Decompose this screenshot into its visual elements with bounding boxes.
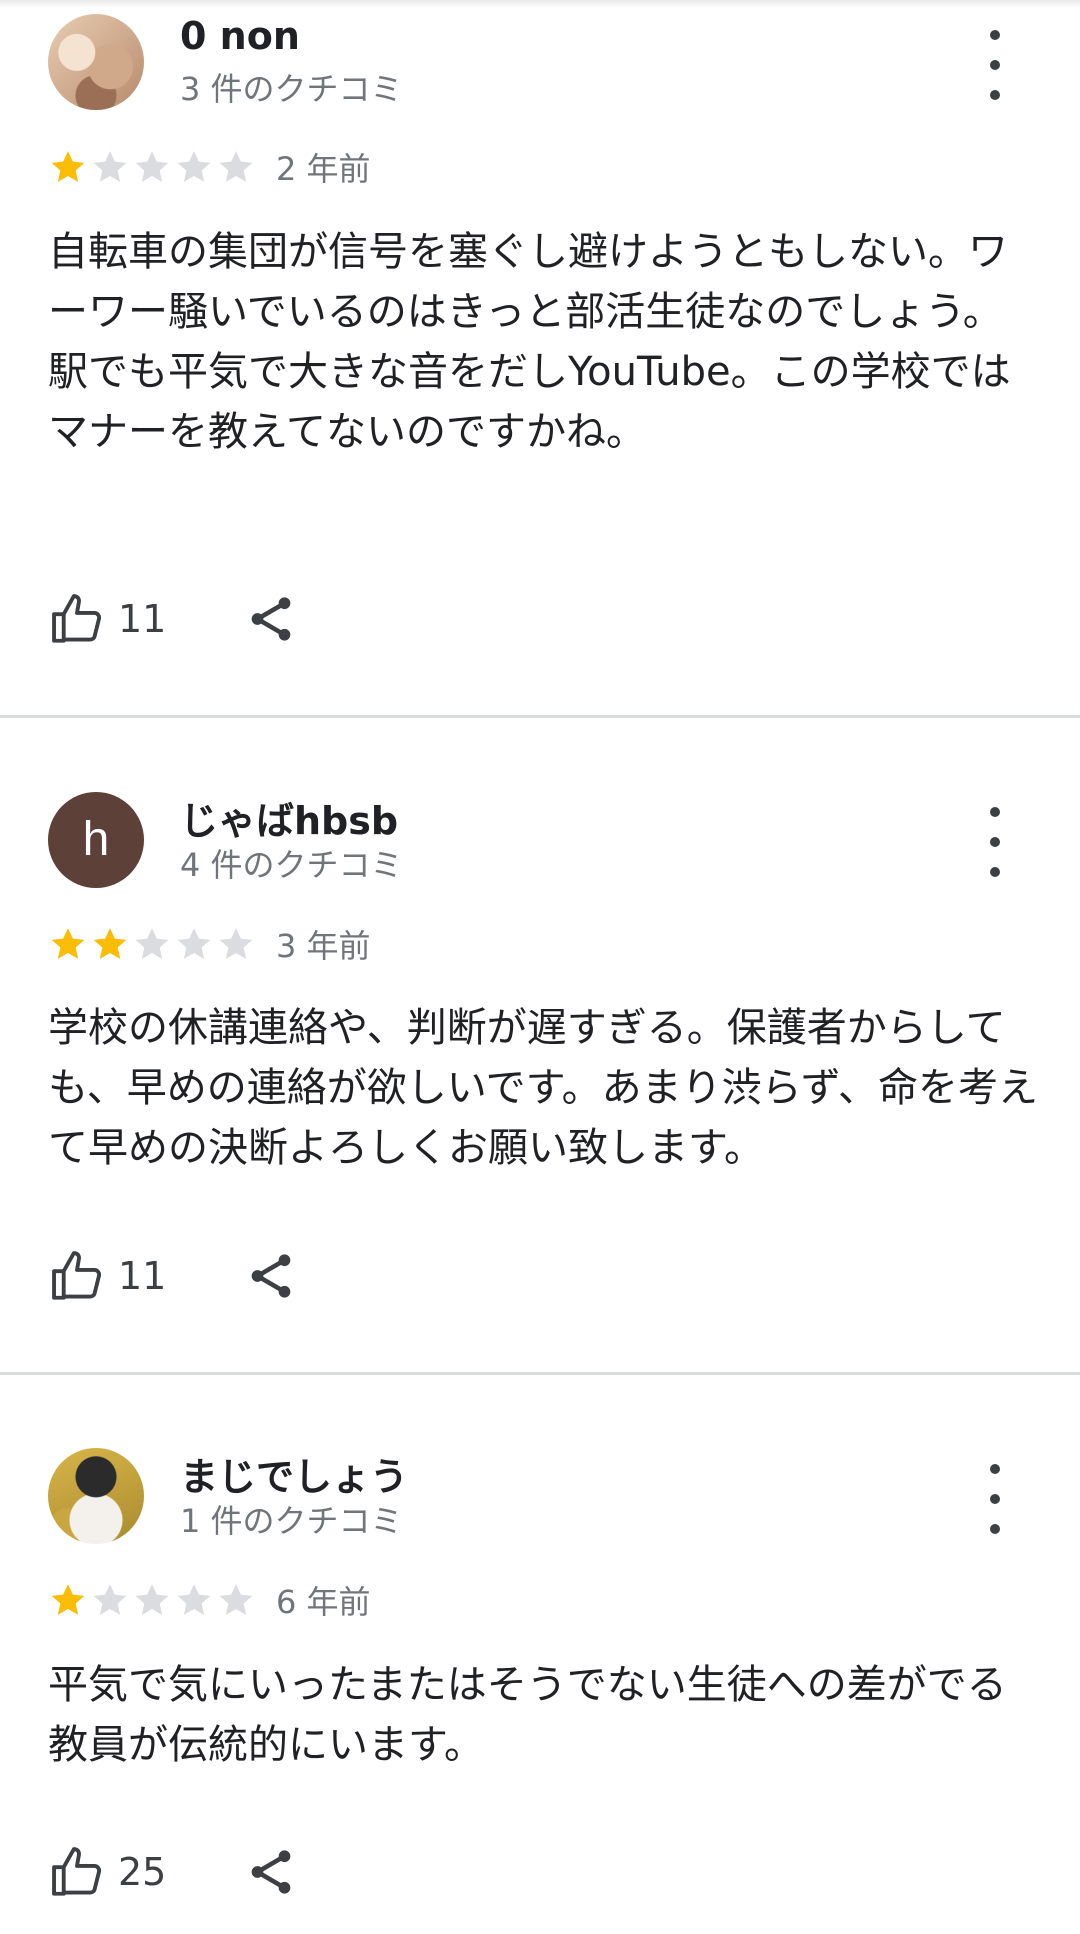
star-empty-icon — [93, 1584, 127, 1615]
like-count: 25 — [118, 1850, 167, 1894]
more-options-icon[interactable] — [975, 807, 1015, 877]
star-empty-icon — [135, 151, 169, 182]
thumbs-up-icon — [52, 594, 102, 643]
avatar[interactable]: h — [48, 792, 144, 888]
rating-row: 3 年前 — [48, 924, 371, 965]
like-count: 11 — [118, 1254, 167, 1298]
more-options-icon[interactable] — [975, 1464, 1015, 1534]
avatar[interactable] — [48, 1448, 144, 1544]
share-icon[interactable] — [244, 592, 298, 646]
review-actions: 11 — [48, 1246, 298, 1306]
thumbs-up-icon — [52, 1847, 102, 1896]
star-filled-icon — [51, 1584, 85, 1615]
star-empty-icon — [93, 151, 127, 182]
review-count[interactable]: 4 件のクチコミ — [180, 840, 403, 886]
reviewer-name[interactable]: じゃばhbsb — [180, 790, 398, 845]
like-button[interactable]: 25 — [48, 1843, 166, 1901]
star-empty-icon — [219, 928, 253, 959]
review-age: 2 年前 — [276, 150, 371, 188]
star-filled-icon — [51, 928, 85, 959]
star-empty-icon — [219, 1584, 253, 1615]
review-count[interactable]: 1 件のクチコミ — [180, 1496, 403, 1542]
star-filled-icon — [93, 928, 127, 959]
review-age: 3 年前 — [276, 927, 371, 965]
star-filled-icon — [51, 151, 85, 182]
review-text: 自転車の集団が信号を塞ぐし避けようともしない。ワーワー騒いでいるのはきっと部活生… — [48, 229, 1011, 455]
star-empty-icon — [177, 1584, 211, 1615]
like-button[interactable]: 11 — [48, 1247, 166, 1305]
reviewer-name[interactable]: まじでしょう — [180, 1446, 408, 1501]
review-text: 平気で気にいったまたはそうでない生徒への差がでる教員が伝統的にいます。 — [48, 1662, 1007, 1768]
rating-row: 2 年前 — [48, 147, 371, 188]
review-actions: 25 — [48, 1842, 298, 1902]
star-rating — [48, 1580, 258, 1620]
top-shadow — [0, 0, 1080, 8]
divider — [0, 715, 1080, 718]
review-count[interactable]: 3 件のクチコミ — [180, 64, 403, 110]
share-icon[interactable] — [244, 1249, 298, 1303]
divider — [0, 1372, 1080, 1375]
star-empty-icon — [135, 1584, 169, 1615]
review-age: 6 年前 — [276, 1583, 371, 1621]
like-button[interactable]: 11 — [48, 590, 166, 648]
thumbs-up-icon — [52, 1251, 102, 1300]
review-text: 学校の休講連絡や、判断が遅すぎる。保護者からしても、早めの連絡が欲しいです。あま… — [48, 1005, 1038, 1171]
review-actions: 11 — [48, 589, 298, 649]
reviewer-name[interactable]: 0 non — [180, 14, 300, 58]
like-count: 11 — [118, 597, 167, 641]
avatar[interactable] — [48, 14, 144, 110]
star-empty-icon — [135, 928, 169, 959]
star-rating — [48, 924, 258, 964]
star-empty-icon — [219, 151, 253, 182]
star-rating — [48, 147, 258, 187]
star-empty-icon — [177, 151, 211, 182]
more-options-icon[interactable] — [975, 30, 1015, 100]
star-empty-icon — [177, 928, 211, 959]
share-icon[interactable] — [244, 1845, 298, 1899]
rating-row: 6 年前 — [48, 1580, 371, 1621]
